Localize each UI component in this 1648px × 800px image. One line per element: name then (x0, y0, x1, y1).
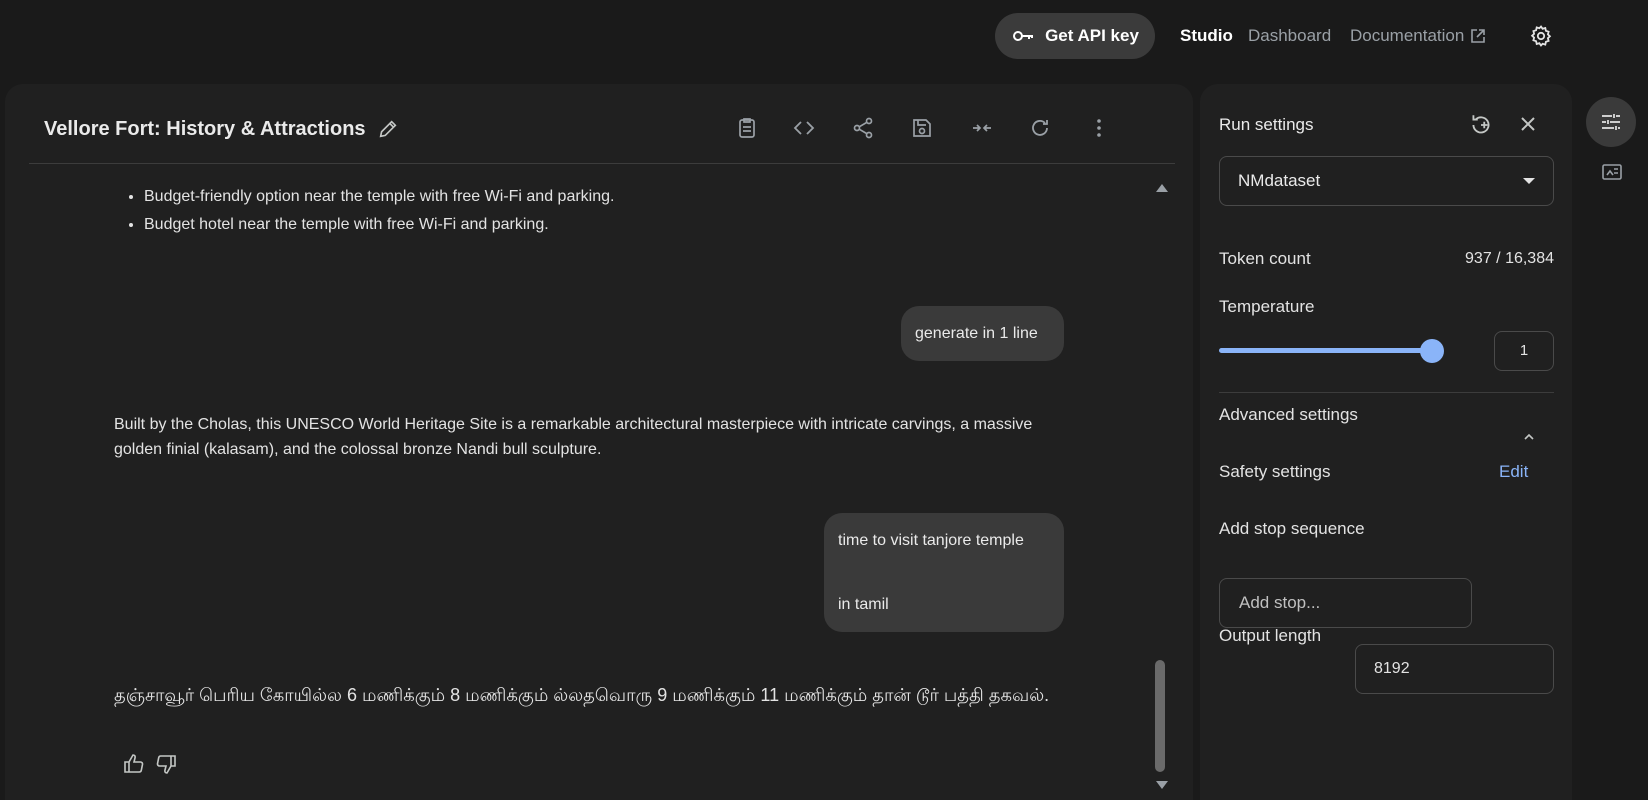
top-bar: Get API key Studio Dashboard Documentati… (0, 0, 1648, 72)
user-message: generate in 1 line (901, 306, 1064, 361)
settings-divider (1219, 392, 1554, 393)
run-settings-title: Run settings (1219, 115, 1314, 134)
save-icon[interactable] (910, 116, 934, 140)
list-item: Budget-friendly option near the temple w… (144, 183, 614, 211)
model-select[interactable]: NMdataset (1219, 156, 1554, 206)
chevron-up-icon[interactable] (1522, 430, 1536, 444)
model-response: Built by the Cholas, this UNESCO World H… (114, 416, 1033, 458)
tune-icon (1602, 114, 1620, 130)
advanced-settings-label[interactable]: Advanced settings (1219, 405, 1358, 425)
bullet-list: Budget-friendly option near the temple w… (144, 183, 614, 239)
thumbs-up-icon[interactable] (122, 752, 146, 776)
run-settings-panel: Run settings NMdataset Token count 937 /… (1200, 84, 1572, 800)
stop-sequence-input[interactable]: Add stop... (1219, 578, 1472, 628)
scroll-up-arrow[interactable] (1156, 184, 1168, 192)
external-link-icon (1471, 29, 1486, 43)
nav-documentation[interactable]: Documentation (1350, 26, 1486, 46)
image-icon[interactable] (1600, 160, 1624, 184)
chat-title: Vellore Fort: History & Attractions (44, 118, 366, 140)
scrollbar-thumb[interactable] (1155, 660, 1165, 772)
more-vert-icon[interactable] (1087, 116, 1111, 140)
temperature-slider-track[interactable] (1219, 348, 1431, 353)
thumbs-down-icon[interactable] (154, 752, 178, 776)
share-icon[interactable] (851, 116, 875, 140)
temperature-slider-handle[interactable] (1420, 339, 1444, 363)
list-item: Budget hotel near the temple with free W… (144, 211, 614, 239)
refresh-icon[interactable] (1028, 116, 1052, 140)
chat-panel: Vellore Fort: History & Attractions Budg… (5, 84, 1193, 800)
header-divider (29, 163, 1175, 164)
reset-icon[interactable] (1468, 112, 1494, 138)
run-settings-toggle[interactable] (1586, 97, 1636, 147)
model-select-value: NMdataset (1238, 171, 1321, 190)
code-icon[interactable] (792, 116, 816, 140)
user-message-text: time to visit tanjore temple (838, 532, 1024, 549)
gear-icon[interactable] (1529, 24, 1553, 48)
get-api-key-button[interactable]: Get API key (995, 13, 1155, 59)
model-response: தஞ்சாவூர் பெரிய கோயில்ல 6 மணிக்கும் 8 மண… (114, 685, 1050, 705)
user-message-text: generate in 1 line (915, 325, 1038, 342)
nav-documentation-label: Documentation (1350, 26, 1465, 45)
key-icon (1013, 31, 1034, 41)
safety-edit-link[interactable]: Edit (1499, 462, 1528, 482)
scroll-down-arrow[interactable] (1156, 781, 1168, 789)
chevron-down-icon (1523, 178, 1535, 184)
user-message-text: in tamil (838, 596, 889, 613)
nav-studio[interactable]: Studio (1180, 26, 1233, 46)
temperature-input[interactable]: 1 (1494, 331, 1554, 371)
close-icon[interactable] (1516, 112, 1540, 136)
output-length-input[interactable]: 8192 (1355, 644, 1554, 694)
edit-icon[interactable] (377, 118, 399, 140)
token-count-value: 937 / 16,384 (1465, 250, 1554, 267)
user-message: time to visit tanjore temple in tamil (824, 513, 1064, 632)
token-count-label: Token count (1219, 249, 1311, 268)
safety-settings-label: Safety settings (1219, 462, 1331, 481)
output-length-label: Output length (1219, 626, 1322, 645)
nav-dashboard[interactable]: Dashboard (1248, 26, 1331, 46)
temperature-label: Temperature (1219, 297, 1315, 316)
get-api-key-label: Get API key (1045, 26, 1139, 45)
clipboard-icon[interactable] (735, 116, 759, 140)
stop-sequence-label: Add stop sequence (1219, 519, 1365, 538)
compare-icon[interactable] (970, 116, 994, 140)
